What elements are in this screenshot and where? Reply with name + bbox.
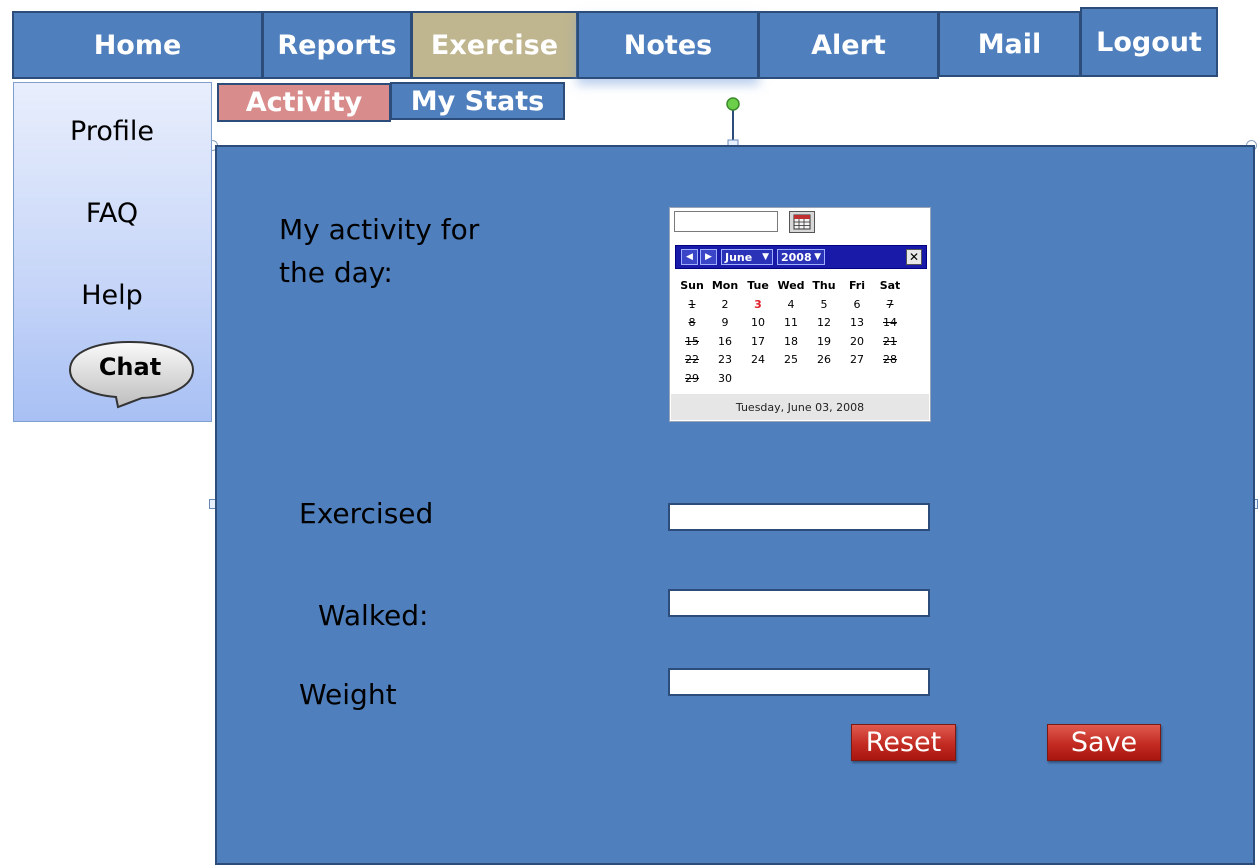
calendar-icon[interactable] — [789, 211, 815, 233]
weekday-header: Fri — [848, 279, 865, 292]
calendar-day[interactable]: 14 — [875, 316, 905, 329]
tab-mail[interactable]: Mail — [938, 11, 1081, 77]
sidebar-item-help[interactable]: Help — [14, 280, 210, 311]
calendar-day[interactable]: 17 — [743, 335, 773, 348]
date-picker: ◀ ▶ June ▼ 2008 ▼ ✕ Sun Mon Tue Wed Thu Fri Sa… — [669, 207, 931, 422]
tab-reports[interactable]: Reports — [262, 11, 412, 79]
calendar-day[interactable]: 28 — [875, 353, 905, 366]
calendar-day[interactable]: 19 — [809, 335, 839, 348]
tab-logout[interactable]: Logout — [1080, 7, 1218, 77]
sidebar: Profile FAQ Help Chat — [13, 82, 212, 422]
calendar-day[interactable]: 8 — [677, 316, 707, 329]
year-value: 2008 — [781, 250, 812, 264]
weight-label: Weight — [299, 678, 397, 711]
calendar-day[interactable]: 18 — [776, 335, 806, 348]
tab-alert[interactable]: Alert — [758, 11, 939, 79]
subtab-activity[interactable]: Activity — [217, 83, 391, 122]
month-select[interactable]: June ▼ — [721, 249, 773, 265]
close-icon[interactable]: ✕ — [906, 249, 922, 265]
calendar-day[interactable]: 5 — [809, 298, 839, 311]
date-input[interactable] — [674, 211, 778, 232]
rotation-handle — [726, 97, 740, 150]
calendar-day[interactable]: 21 — [875, 335, 905, 348]
sidebar-item-faq[interactable]: FAQ — [14, 198, 210, 229]
save-button[interactable]: Save — [1047, 724, 1161, 761]
prev-month-button[interactable]: ◀ — [681, 249, 698, 265]
calendar-day[interactable]: 13 — [842, 316, 872, 329]
calendar-day[interactable]: 4 — [776, 298, 806, 311]
weekday-header: Sat — [879, 279, 901, 292]
calendar-day[interactable]: 9 — [710, 316, 740, 329]
calendar-day[interactable]: 16 — [710, 335, 740, 348]
tab-notes[interactable]: Notes — [577, 11, 759, 79]
weekday-header: Thu — [812, 279, 836, 292]
selected-date-footer: Tuesday, June 03, 2008 — [671, 394, 929, 420]
calendar-day[interactable]: 11 — [776, 316, 806, 329]
walked-field[interactable] — [668, 589, 930, 617]
sidebar-item-profile[interactable]: Profile — [14, 116, 210, 147]
subtab-my-stats[interactable]: My Stats — [390, 82, 565, 120]
calendar-day[interactable]: 1 — [677, 298, 707, 311]
calendar-day[interactable]: 23 — [710, 353, 740, 366]
chevron-down-icon: ▼ — [814, 252, 821, 262]
weekday-header: Wed — [777, 279, 805, 292]
tab-home[interactable]: Home — [12, 11, 263, 79]
reset-button[interactable]: Reset — [851, 724, 956, 761]
calendar-day[interactable]: 7 — [875, 298, 905, 311]
weekday-header: Tue — [747, 279, 769, 292]
weight-field[interactable] — [668, 668, 930, 696]
year-select[interactable]: 2008 ▼ — [777, 249, 825, 265]
calendar-day[interactable]: 24 — [743, 353, 773, 366]
chat-button[interactable]: Chat — [68, 339, 196, 411]
calendar-day[interactable]: 26 — [809, 353, 839, 366]
calendar-day[interactable]: 10 — [743, 316, 773, 329]
calendar-day[interactable]: 6 — [842, 298, 872, 311]
calendar-day[interactable]: 30 — [710, 372, 740, 385]
activity-label-line1: My activity for — [279, 213, 480, 246]
weekday-header: Sun — [680, 279, 704, 292]
calendar-header: ◀ ▶ June ▼ 2008 ▼ ✕ — [675, 245, 927, 269]
chat-label: Chat — [98, 353, 162, 381]
walked-label: Walked: — [318, 599, 429, 632]
month-value: June — [725, 250, 753, 264]
exercised-label: Exercised — [299, 497, 434, 530]
calendar-grid-icon — [793, 214, 811, 230]
calendar-day[interactable]: 20 — [842, 335, 872, 348]
calendar-day[interactable]: 15 — [677, 335, 707, 348]
calendar-day[interactable]: 29 — [677, 372, 707, 385]
weekday-header: Mon — [711, 279, 739, 292]
activity-label-line2: the day: — [279, 256, 393, 289]
calendar-day[interactable]: 27 — [842, 353, 872, 366]
calendar-day[interactable]: 25 — [776, 353, 806, 366]
calendar-day[interactable]: 3 — [743, 298, 773, 311]
calendar-day[interactable]: 12 — [809, 316, 839, 329]
tab-exercise[interactable]: Exercise — [411, 11, 578, 79]
next-month-button[interactable]: ▶ — [700, 249, 717, 265]
calendar-day[interactable]: 2 — [710, 298, 740, 311]
chevron-down-icon: ▼ — [762, 252, 769, 262]
calendar-day[interactable]: 22 — [677, 353, 707, 366]
exercised-field[interactable] — [668, 503, 930, 531]
